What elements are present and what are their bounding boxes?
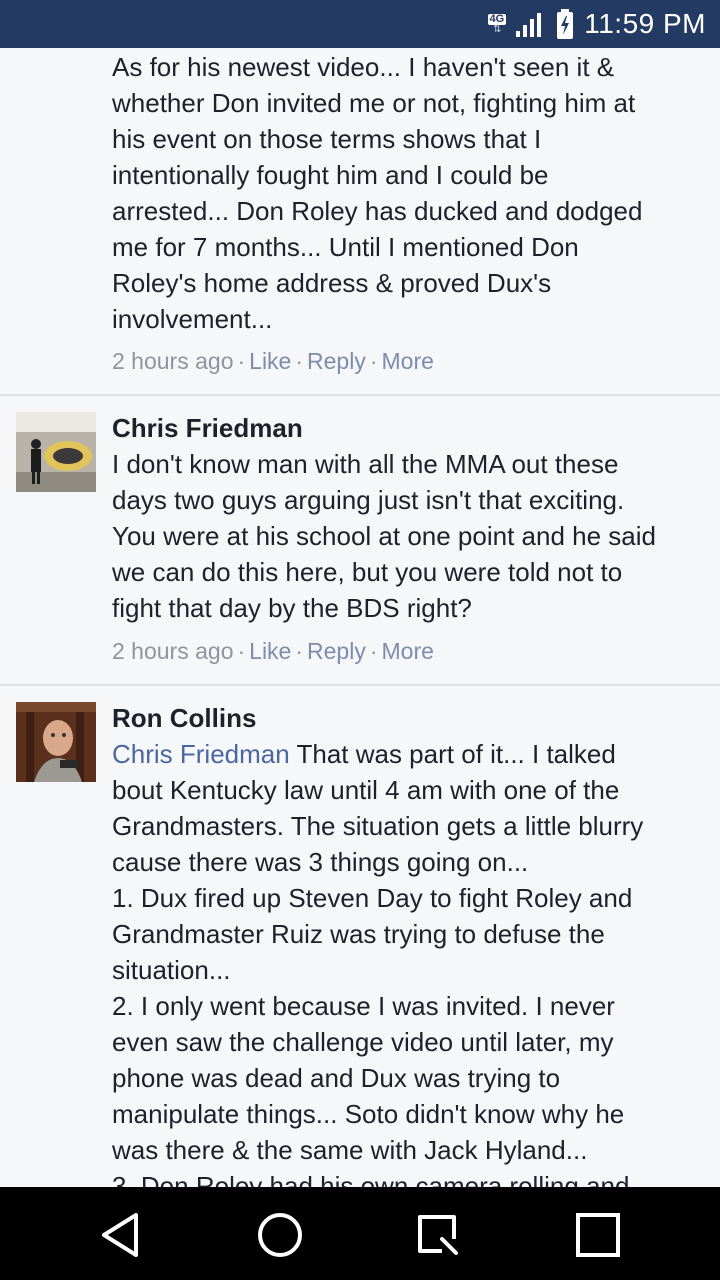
comment-text: As for his newest video... I haven't see… [112, 52, 643, 334]
like-button[interactable]: Like [249, 638, 291, 664]
comment-text: Chris Friedman That was part of it... I … [112, 739, 644, 1187]
clock: 11:59 PM [584, 8, 706, 39]
back-icon[interactable] [96, 1209, 148, 1261]
network-4g-icon: 4G ⇅ [487, 12, 507, 35]
more-button[interactable]: More [382, 348, 434, 374]
comment-meta: 2 hours ago · Like · Reply · More [112, 348, 434, 374]
reply-button[interactable]: Reply [307, 348, 366, 374]
comment-author[interactable]: Chris Friedman [112, 410, 303, 446]
comment-text: I don't know man with all the MMA out th… [112, 449, 656, 623]
recents-icon[interactable] [412, 1209, 464, 1261]
square-icon[interactable] [572, 1209, 624, 1261]
comment-list: As for his newest video... I haven't see… [0, 48, 720, 1187]
divider [0, 394, 720, 396]
battery-charging-icon [557, 9, 574, 39]
comment-meta: 2 hours ago · Like · Reply · More [112, 638, 434, 664]
mention-link[interactable]: Chris Friedman [112, 739, 290, 769]
signal-icon [516, 13, 542, 37]
avatar[interactable] [16, 702, 96, 782]
comment-timestamp: 2 hours ago [112, 638, 234, 664]
more-button[interactable]: More [382, 638, 434, 664]
status-bar: 4G ⇅ 11:59 PM [0, 0, 720, 48]
divider [0, 684, 720, 686]
reply-button[interactable]: Reply [307, 638, 366, 664]
comment-author[interactable]: Ron Collins [112, 700, 256, 736]
avatar[interactable] [16, 412, 96, 492]
like-button[interactable]: Like [249, 348, 291, 374]
status-icons: 4G ⇅ 11:59 PM [487, 0, 706, 48]
home-icon[interactable] [254, 1209, 306, 1261]
navigation-bar [0, 1187, 720, 1280]
comment-timestamp: 2 hours ago [112, 348, 234, 374]
